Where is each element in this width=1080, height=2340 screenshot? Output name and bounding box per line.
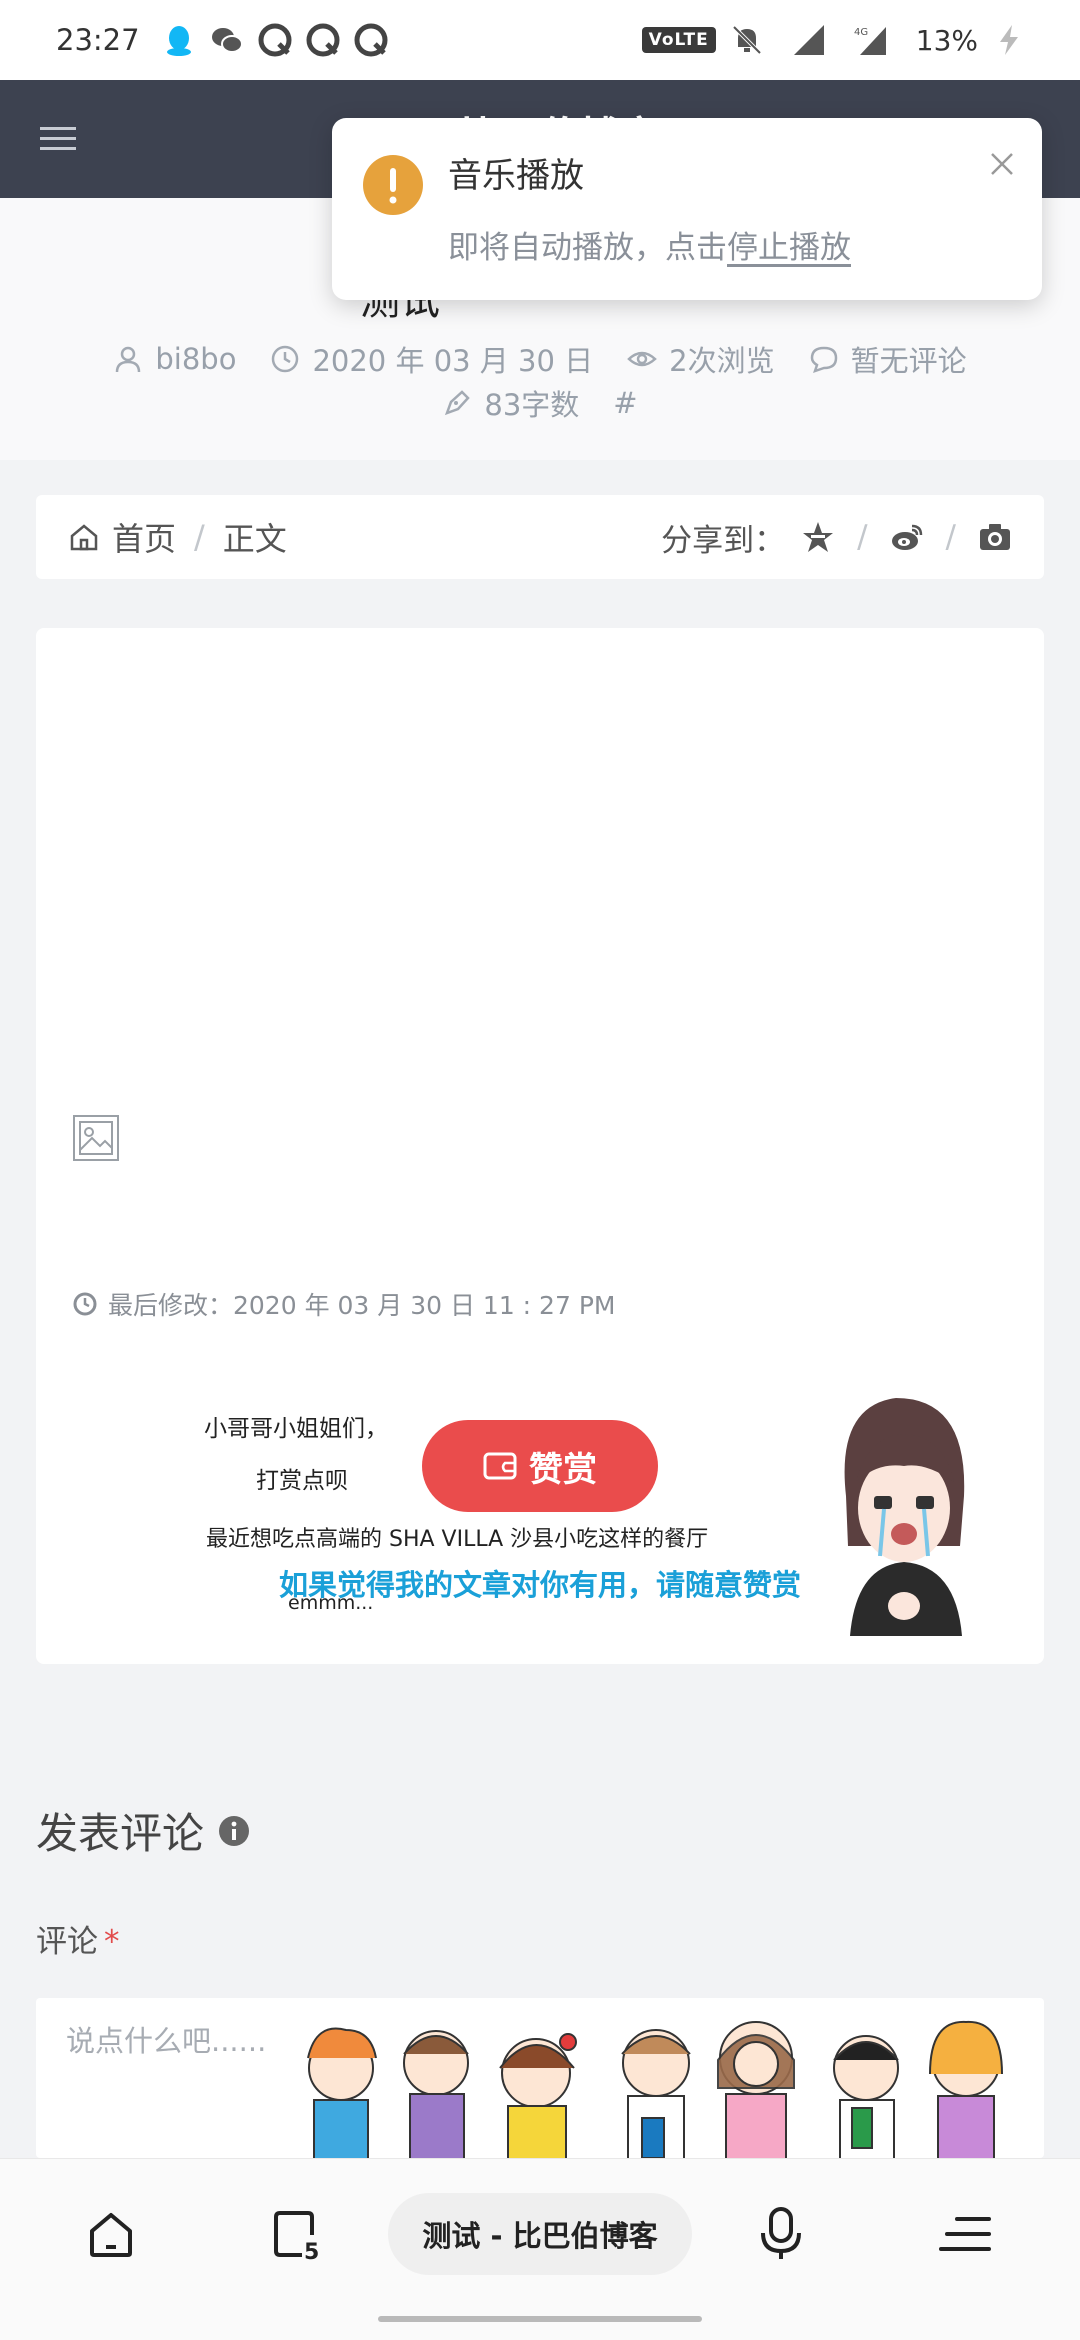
- post-meta-row: bi8bo 2020 年 03 月 30 日 2次浏览 暂无评论: [0, 338, 1080, 380]
- word-count-text: 83字数: [484, 388, 580, 422]
- toast-title: 音乐播放: [448, 156, 584, 196]
- post-tags[interactable]: #: [613, 386, 637, 420]
- share-separator: /: [857, 519, 868, 555]
- status-right: VoLTE 4G 13%: [641, 23, 1040, 57]
- status-bar: 23:27 VoLTE 4G 13%: [0, 0, 1080, 80]
- mute-bell-icon: [732, 25, 762, 55]
- notification-q-icon: [354, 23, 388, 57]
- post-meta-row-2: 83字数 #: [0, 382, 1080, 424]
- broken-image-icon: [73, 1115, 119, 1161]
- user-icon: [116, 346, 141, 373]
- volte-badge: VoLTE: [641, 27, 716, 53]
- home-icon: [90, 2213, 132, 2257]
- tabs-count: 5: [304, 2240, 319, 2263]
- reward-button[interactable]: 赞赏: [422, 1420, 658, 1512]
- stop-playback-link[interactable]: 停止播放: [727, 230, 851, 266]
- hash-icon: #: [613, 386, 638, 420]
- warning-icon: [363, 155, 423, 215]
- music-autoplay-toast: 音乐播放 即将自动播放，点击停止播放: [332, 118, 1042, 300]
- browser-tabs-button[interactable]: 5: [262, 2199, 332, 2269]
- last-modified-text: 最后修改：2020 年 03 月 30 日 11 : 27 PM: [108, 1291, 616, 1320]
- comment-section-heading: 发表评论: [36, 1800, 250, 1861]
- gesture-home-indicator[interactable]: [378, 2316, 702, 2322]
- share-label: 分享到：: [661, 522, 786, 559]
- breadcrumb: 首页 / 正文 分享到： / /: [36, 495, 1044, 579]
- reward-caption: 如果觉得我的文章对你有用，请随意赞赏: [278, 1568, 801, 1602]
- status-time: 23:27: [56, 23, 140, 57]
- clock-icon: [73, 1292, 97, 1316]
- date-text: 2020 年 03 月 30 日: [312, 344, 594, 378]
- reward-image-line-2: 打赏点呗: [256, 1468, 348, 1494]
- qq-icon: [166, 26, 191, 56]
- post-comments[interactable]: 暂无评论: [809, 338, 967, 380]
- article-body: 最后修改：2020 年 03 月 30 日 11 : 27 PM 小哥哥小姐姐们…: [36, 628, 1044, 1664]
- breadcrumb-separator: /: [194, 518, 205, 556]
- comment-heading-text: 发表评论: [36, 1809, 205, 1858]
- post-word-count: 83字数: [442, 382, 579, 424]
- kids-illustration: [307, 2020, 1003, 2158]
- address-bar[interactable]: 测试 - 比巴伯博客: [388, 2193, 692, 2275]
- reward-button-label: 赞赏: [529, 1449, 597, 1490]
- post-views: 2次浏览: [627, 338, 775, 380]
- toast-message: 即将自动播放，点击停止播放: [448, 222, 851, 267]
- pen-icon: [445, 390, 471, 416]
- camera-icon[interactable]: [978, 520, 1012, 554]
- notification-q-icon: [306, 23, 340, 57]
- wechat-icon: [211, 28, 243, 53]
- svg-text:4G: 4G: [854, 27, 868, 38]
- share-separator: /: [945, 519, 956, 555]
- signal-icon: [793, 25, 824, 55]
- menu-icon[interactable]: [40, 124, 76, 154]
- browser-toolbar: 5 测试 - 比巴伯博客: [0, 2158, 1080, 2340]
- required-mark: *: [104, 1924, 120, 1960]
- reward-image-line-3: 最近想吃点高端的 SHA VILLA 沙县小吃这样的餐厅: [206, 1527, 708, 1552]
- comments-text: 暂无评论: [850, 344, 967, 378]
- info-icon[interactable]: [218, 1815, 250, 1847]
- reward-image-line-1: 小哥哥小姐姐们，: [204, 1416, 388, 1442]
- post-date: 2020 年 03 月 30 日: [270, 338, 593, 380]
- breadcrumb-path: 首页 / 正文: [68, 514, 287, 560]
- browser-home-button[interactable]: [76, 2199, 146, 2269]
- post-author[interactable]: bi8bo: [113, 342, 236, 376]
- microphone-icon: [761, 2207, 801, 2259]
- comment-placeholder: 说点什么吧......: [66, 2024, 267, 2058]
- qzone-star-icon[interactable]: [801, 520, 835, 554]
- comment-field-label: 评论 *: [36, 1916, 120, 1961]
- browser-menu-button[interactable]: [930, 2199, 1000, 2269]
- breadcrumb-home[interactable]: 首页: [112, 514, 176, 560]
- battery-percent: 13%: [915, 23, 978, 57]
- weibo-icon[interactable]: [890, 520, 924, 554]
- address-bar-text: 测试 - 比巴伯博客: [422, 2219, 658, 2253]
- comment-textarea[interactable]: 说点什么吧......: [36, 1998, 1044, 2158]
- toast-message-text: 即将自动播放，点击: [448, 230, 727, 266]
- wallet-icon: [483, 1452, 517, 1480]
- views-text: 2次浏览: [669, 344, 775, 378]
- comment-icon: [810, 346, 837, 373]
- close-icon[interactable]: [982, 144, 1022, 184]
- author-name: bi8bo: [155, 342, 237, 376]
- signal-4g-icon: 4G: [854, 27, 886, 55]
- last-modified: 最后修改：2020 年 03 月 30 日 11 : 27 PM: [72, 1286, 615, 1322]
- comment-label-text: 评论: [36, 1924, 98, 1960]
- eye-icon: [627, 351, 658, 367]
- home-icon: [70, 524, 98, 551]
- clock-icon: [272, 345, 299, 373]
- charging-icon: [1000, 25, 1018, 55]
- breadcrumb-current: 正文: [222, 520, 287, 558]
- tabs-icon: 5: [274, 2211, 319, 2263]
- notification-q-icon: [258, 23, 292, 57]
- share-bar: 分享到： / /: [661, 515, 1012, 560]
- voice-search-button[interactable]: [746, 2199, 816, 2269]
- menu-lines-icon: [939, 2217, 991, 2251]
